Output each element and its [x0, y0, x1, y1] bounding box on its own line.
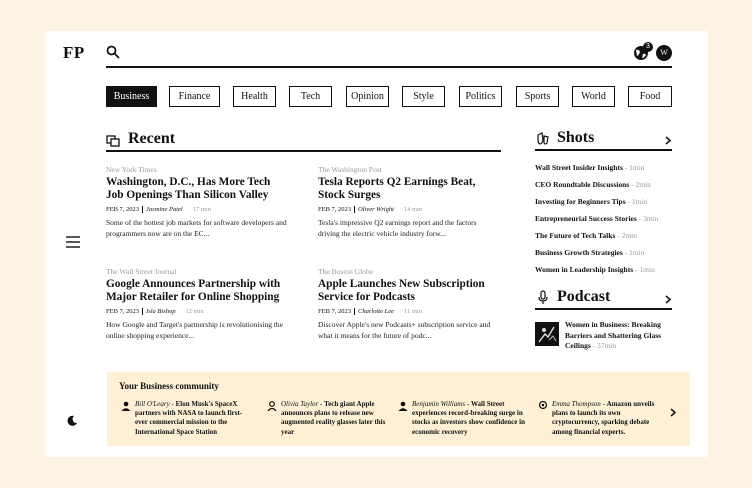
- category-health[interactable]: Health: [233, 86, 276, 107]
- article-excerpt: How Google and Target's partnership is r…: [106, 320, 283, 340]
- category-world[interactable]: World: [572, 86, 615, 107]
- article-meta: FEB 7, 2023 Isla Bishop 12 min: [106, 308, 288, 315]
- article-date: FEB 7, 2023: [106, 308, 140, 315]
- shot-item[interactable]: Women in Leadership Insights - 1min: [535, 265, 655, 274]
- shot-item[interactable]: Business Growth Strategies - 1min: [535, 248, 644, 257]
- article-headline[interactable]: Washington, D.C., Has More Tech Job Open…: [106, 176, 288, 202]
- category-politics[interactable]: Politics: [459, 86, 502, 107]
- article-read-time: 17 min: [192, 206, 211, 213]
- chevron-right-icon[interactable]: [664, 136, 672, 145]
- shot-item[interactable]: Wall Street Insider Insights - 1min: [535, 163, 645, 172]
- article-source: The Boston Globe: [318, 267, 373, 276]
- article-source: New York Times: [106, 165, 157, 174]
- article-excerpt: Tesla's impressive Q2 earnings report an…: [318, 218, 477, 238]
- article-date: FEB 7, 2023: [318, 308, 352, 315]
- category-food[interactable]: Food: [628, 86, 672, 107]
- category-finance[interactable]: Finance: [169, 86, 220, 107]
- article-source: The Washington Post: [318, 165, 382, 174]
- community-post[interactable]: Bill O'Leary - Elon Musk's SpaceX partne…: [121, 400, 249, 437]
- podcast-item[interactable]: Women in Business: Breaking Barriers and…: [535, 320, 672, 350]
- article-card[interactable]: The Washington Post Tesla Reports Q2 Ear…: [318, 165, 500, 239]
- podcast-section: Podcast Women in Business: Breaking Barr…: [535, 288, 672, 350]
- shot-item[interactable]: The Future of Tech Talks - 2min: [535, 231, 637, 240]
- recent-header: Recent: [106, 130, 501, 152]
- community-post[interactable]: Emma Thompson - Amazon unveils plans to …: [538, 400, 666, 437]
- notification-badge: 3: [643, 42, 653, 52]
- article-author: Charlotte Lee: [354, 308, 394, 315]
- article-headline[interactable]: Google Announces Partnership with Major …: [106, 278, 288, 304]
- article-read-time: 11 min: [403, 308, 422, 315]
- article-source: The Wall Street Journal: [106, 267, 177, 276]
- community-title: Your Business community: [119, 381, 219, 391]
- chevron-right-icon[interactable]: [664, 295, 672, 304]
- article-read-time: 12 min: [185, 308, 204, 315]
- recent-title: Recent: [128, 130, 176, 147]
- recent-section: Recent New York Times Washington, D.C., …: [106, 130, 501, 340]
- category-opinion[interactable]: Opinion: [346, 86, 389, 107]
- article-author: Isla Bishop: [142, 308, 175, 315]
- article-meta: FEB 7, 2023 Charlotte Lee 11 min: [318, 308, 500, 315]
- site-logo[interactable]: FP: [63, 43, 85, 63]
- category-tech[interactable]: Tech: [289, 86, 332, 107]
- menu-icon[interactable]: [66, 236, 80, 248]
- podcast-header: Podcast: [535, 288, 672, 310]
- main-card: FP 3 W Business Finance Health Tech Opin…: [45, 31, 708, 457]
- shots-title: Shots: [557, 129, 595, 146]
- user-icon: [121, 401, 131, 411]
- article-read-time: 14 min: [403, 206, 423, 213]
- shot-item[interactable]: CEO Roundtable Discussions - 2min: [535, 180, 651, 189]
- search-input[interactable]: [106, 44, 672, 68]
- article-meta: FEB 7, 2023 Oliver Wright 14 min: [318, 206, 500, 213]
- article-headline[interactable]: Apple Launches New Subscription Service …: [318, 278, 500, 304]
- search-icon[interactable]: [106, 45, 120, 59]
- category-business[interactable]: Business: [106, 86, 157, 107]
- article-date: FEB 7, 2023: [318, 206, 352, 213]
- article-card[interactable]: The Boston Globe Apple Launches New Subs…: [318, 267, 500, 341]
- user-icon: [398, 401, 408, 411]
- community-post[interactable]: Benjamin Williams - Wall Street experien…: [398, 400, 526, 437]
- podcast-title: Podcast: [557, 288, 611, 305]
- community-post[interactable]: Olivia Taylor - Tech giant Apple announc…: [267, 400, 395, 437]
- article-author: Jasmine Patel: [142, 206, 183, 213]
- podcast-thumbnail: [535, 322, 559, 346]
- recent-icon: [106, 135, 120, 147]
- microphone-icon: [538, 290, 548, 304]
- shot-item[interactable]: Investing for Beginners Tips - 1min: [535, 197, 647, 206]
- article-excerpt: Discover Apple's new Podcasts+ subscript…: [318, 320, 491, 340]
- article-card[interactable]: New York Times Washington, D.C., Has Mor…: [106, 165, 288, 239]
- article-headline[interactable]: Tesla Reports Q2 Earnings Beat, Stock Su…: [318, 176, 500, 202]
- category-style[interactable]: Style: [402, 86, 445, 107]
- community-panel: Your Business community Bill O'Leary - E…: [107, 372, 690, 446]
- category-nav: Business Finance Health Tech Opinion Sty…: [106, 86, 672, 107]
- user-avatar[interactable]: W: [656, 45, 672, 61]
- category-sports[interactable]: Sports: [516, 86, 559, 107]
- article-author: Oliver Wright: [354, 206, 394, 213]
- shot-item[interactable]: Entrepreneurial Success Stories - 3min: [535, 214, 658, 223]
- shots-icon: [537, 132, 549, 145]
- chevron-right-icon[interactable]: [669, 408, 677, 417]
- user-icon: [267, 401, 277, 411]
- article-card[interactable]: The Wall Street Journal Google Announces…: [106, 267, 288, 341]
- shots-section: Shots Wall Street Insider Insights - 1mi…: [535, 129, 672, 274]
- article-excerpt: Some of the hottest job markets for soft…: [106, 218, 287, 238]
- shots-header: Shots: [535, 129, 672, 151]
- moon-icon[interactable]: [67, 415, 78, 426]
- article-date: FEB 7, 2023: [106, 206, 140, 213]
- podcast-episode-title: Women in Business: Breaking Barriers and…: [565, 320, 662, 350]
- article-meta: FEB 7, 2023 Jasmine Patel 17 min: [106, 206, 288, 213]
- user-icon: [538, 401, 548, 410]
